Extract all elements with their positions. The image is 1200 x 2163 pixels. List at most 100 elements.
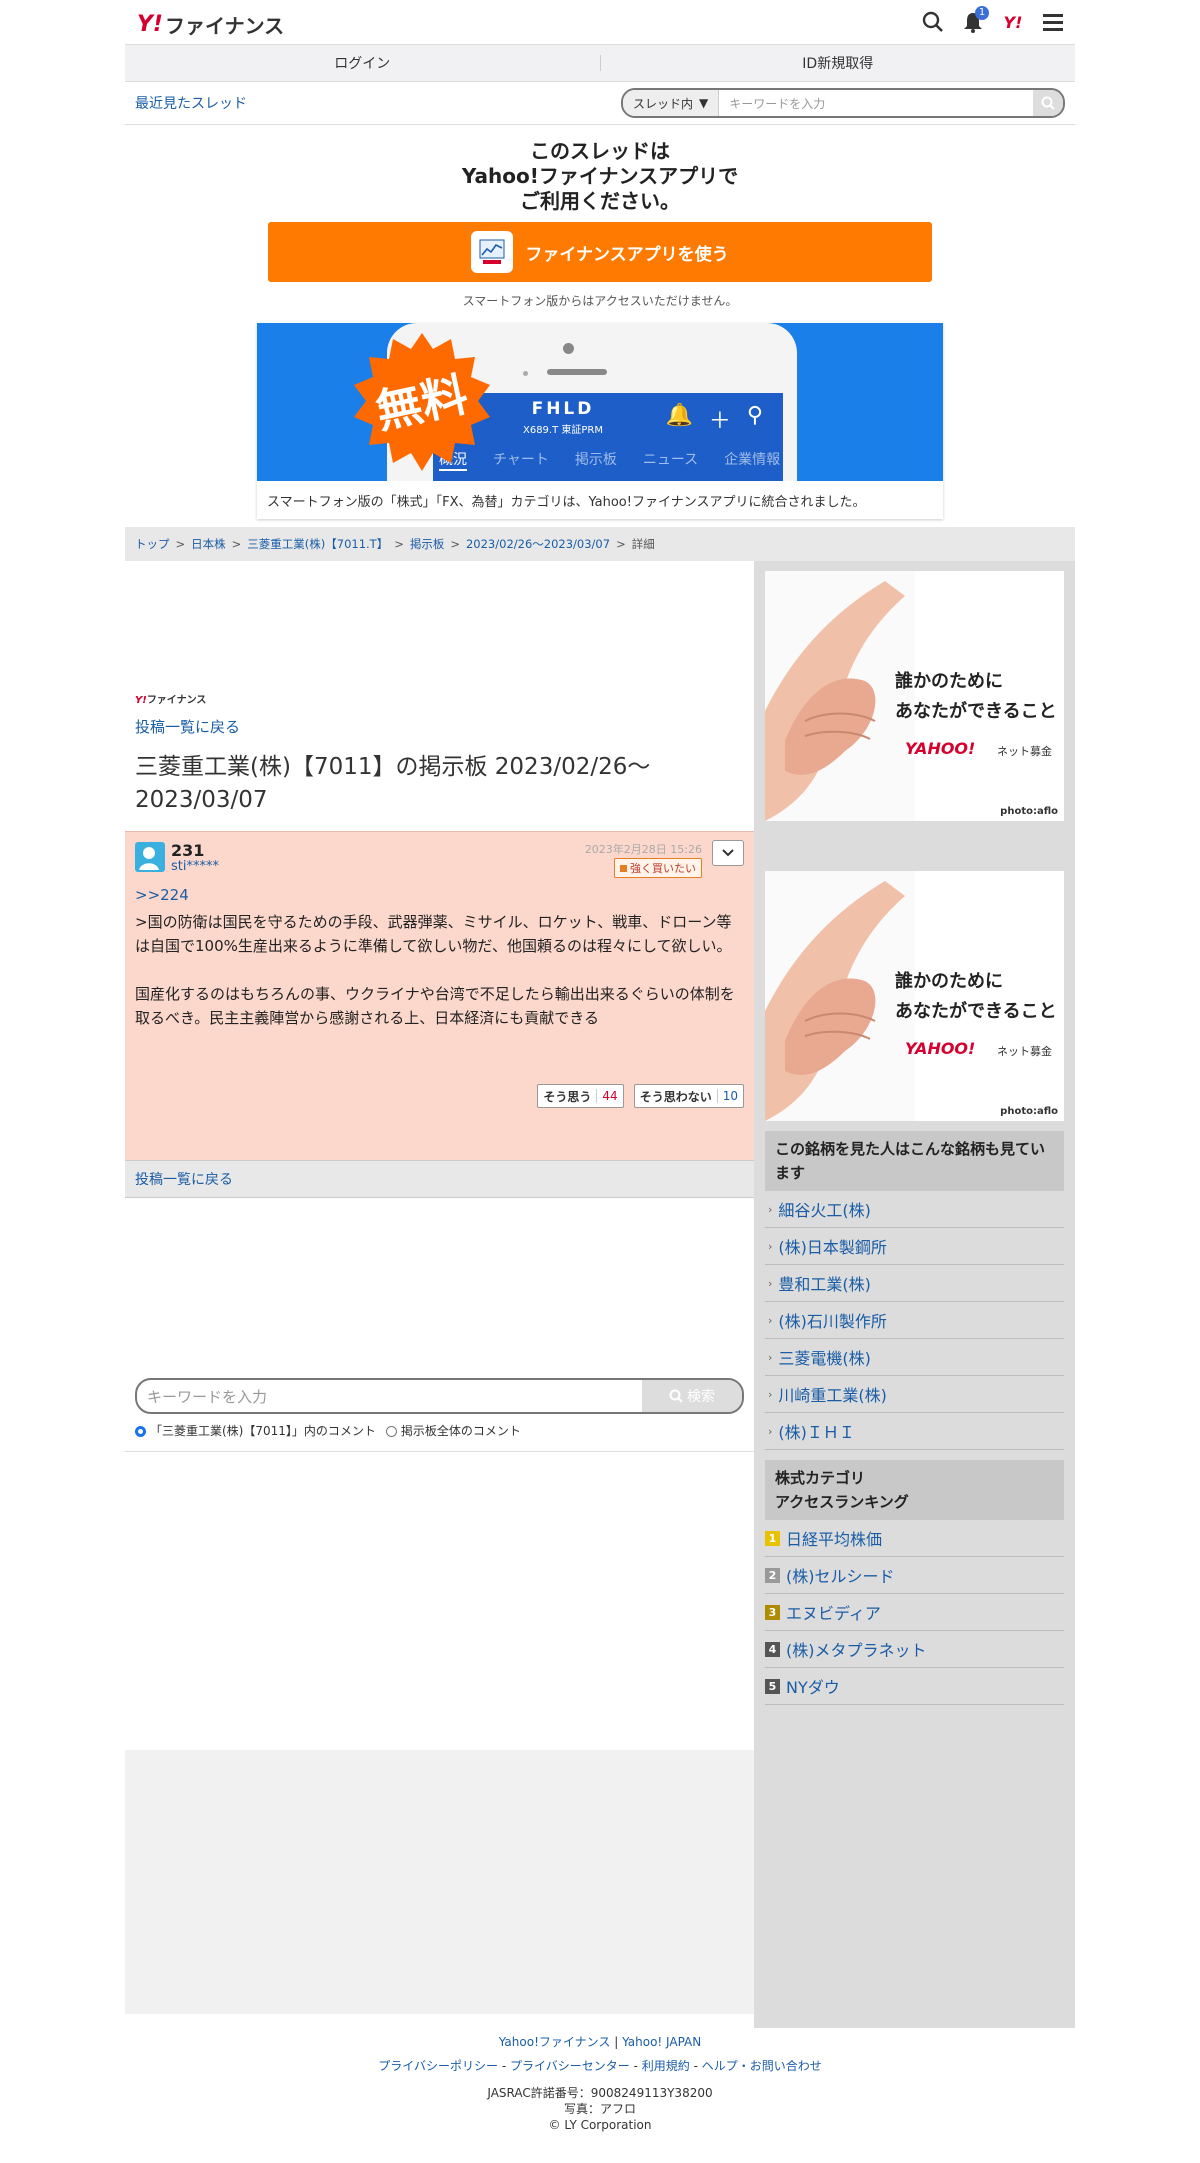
- search-icon[interactable]: [921, 10, 945, 34]
- ad-credit: photo:aflo: [1000, 1106, 1058, 1117]
- breadcrumb-sep: >: [231, 537, 242, 551]
- footer: Yahoo!ファイナンス | Yahoo! JAPAN プライバシーポリシー -…: [125, 2033, 1075, 2133]
- agree-button[interactable]: そう思う 44: [537, 1084, 624, 1108]
- related-item[interactable]: › 細谷火工(株): [765, 1191, 1064, 1228]
- post-menu-button[interactable]: [712, 840, 744, 866]
- related-link[interactable]: (株)ＩＨＩ: [778, 1419, 855, 1443]
- comment-search-button[interactable]: 検索: [642, 1380, 742, 1412]
- hands-image: [765, 871, 915, 1121]
- search-icon: ⚲: [746, 403, 763, 428]
- breadcrumb-board[interactable]: 掲示板: [410, 536, 445, 552]
- thread-search-box: スレッド内 ▼ キーワードを入力: [621, 88, 1065, 118]
- footer-privacy-center-link[interactable]: プライバシーセンター: [510, 2059, 630, 2073]
- sentiment-badge: 強く買いたい: [614, 858, 702, 878]
- open-app-button[interactable]: ファイナンスアプリを使う: [268, 222, 932, 282]
- bell-icon: 🔔: [665, 403, 693, 428]
- related-item[interactable]: › 川崎重工業(株): [765, 1376, 1064, 1413]
- ad-brand-sub: ネット募金: [997, 1045, 1052, 1058]
- ranking-link[interactable]: エヌビディア: [786, 1600, 881, 1624]
- related-link[interactable]: 細谷火工(株): [778, 1197, 871, 1221]
- ad-message: 誰かのために あなたができること: [895, 967, 1057, 1027]
- back-to-list-link-bottom[interactable]: 投稿一覧に戻る: [135, 1169, 233, 1189]
- related-item[interactable]: › (株)日本製鋼所: [765, 1228, 1064, 1265]
- promo-note: スマートフォン版からはアクセスいただけません。: [462, 294, 738, 308]
- yahoo-japan-icon[interactable]: Y!: [1001, 10, 1025, 34]
- menu-icon[interactable]: [1041, 10, 1065, 34]
- radio-all-boards[interactable]: 掲示板全体のコメント: [385, 1422, 521, 1439]
- ranking-link[interactable]: (株)メタプラネット: [786, 1637, 927, 1661]
- login-link[interactable]: ログイン: [125, 53, 600, 73]
- breadcrumb-stock[interactable]: 三菱重工業(株)【7011.T】: [247, 536, 388, 552]
- back-to-list-link[interactable]: 投稿一覧に戻る: [135, 718, 240, 736]
- related-item[interactable]: › 三菱電機(株): [765, 1339, 1064, 1376]
- related-item[interactable]: › (株)ＩＨＩ: [765, 1413, 1064, 1450]
- ranking-item[interactable]: 5 NYダウ: [765, 1668, 1064, 1705]
- related-link[interactable]: (株)石川製作所: [778, 1308, 887, 1332]
- notification-badge: 1: [975, 6, 989, 20]
- ad-brand: YAHOO!: [905, 739, 976, 758]
- comment-search-input[interactable]: キーワードを入力: [137, 1380, 642, 1412]
- breadcrumb-top[interactable]: トップ: [135, 536, 170, 552]
- bell-icon[interactable]: 1: [961, 6, 989, 34]
- promo-line2: Yahoo!ファイナンスアプリで: [461, 164, 739, 188]
- breadcrumb-period[interactable]: 2023/02/26〜2023/03/07: [466, 536, 610, 552]
- site-logo[interactable]: Y! ファイナンス: [137, 10, 284, 39]
- chevron-right-icon: ›: [768, 1239, 773, 1253]
- ranking-link[interactable]: (株)セルシード: [786, 1563, 895, 1587]
- post-body-gap: [135, 958, 740, 982]
- related-link[interactable]: 豊和工業(株): [778, 1271, 871, 1295]
- ranking-item[interactable]: 3 エヌビディア: [765, 1594, 1064, 1631]
- search-scope-select[interactable]: スレッド内 ▼: [623, 90, 720, 116]
- footer-finance-link[interactable]: Yahoo!ファイナンス: [499, 2035, 611, 2049]
- ranking-link[interactable]: 日経平均株価: [786, 1526, 882, 1550]
- side-ad-1[interactable]: 誰かのために あなたができること YAHOO! ネット募金 photo:aflo: [765, 571, 1064, 821]
- app-banner[interactable]: FHLD X689.T 東証PRM 🔔 ＋ ⚲ 概況 チャート 掲示板 ニュース: [257, 323, 943, 519]
- back-link-wrap: 投稿一覧に戻る: [125, 716, 754, 737]
- breadcrumb-japan-stocks[interactable]: 日本株: [191, 536, 226, 552]
- phone-tab: 企業情報: [724, 452, 781, 468]
- ranking-item[interactable]: 4 (株)メタプラネット: [765, 1631, 1064, 1668]
- related-item[interactable]: › (株)石川製作所: [765, 1302, 1064, 1339]
- signup-link[interactable]: ID新規取得: [601, 53, 1076, 73]
- side-ad-2[interactable]: 誰かのために あなたができること YAHOO! ネット募金 photo:aflo: [765, 871, 1064, 1121]
- radio-all-boards-label: 掲示板全体のコメント: [400, 1424, 521, 1438]
- ranking-item[interactable]: 1 日経平均株価: [765, 1520, 1064, 1557]
- footer-yahoo-link[interactable]: Yahoo! JAPAN: [622, 2035, 701, 2049]
- logo-text: ファイナンス: [164, 14, 285, 38]
- related-link[interactable]: 川崎重工業(株): [778, 1382, 887, 1406]
- post-body-text: 国産化するのはもちろんの事、ウクライナや台湾で不足したら輸出出来るぐらいの体制を…: [135, 985, 735, 1027]
- radio-on-icon: [135, 1426, 146, 1437]
- post-user[interactable]: sti*****: [171, 859, 219, 874]
- breadcrumb-sep: >: [175, 537, 186, 551]
- breadcrumb: トップ > 日本株 > 三菱重工業(株)【7011.T】 > 掲示板 > 2023/02…: [125, 527, 1075, 561]
- footer-terms-link[interactable]: 利用規約: [642, 2059, 690, 2073]
- ranking-item[interactable]: 2 (株)セルシード: [765, 1557, 1064, 1594]
- header: Y! ファイナンス 1 Y!: [125, 0, 1075, 44]
- avatar[interactable]: [135, 842, 165, 872]
- disagree-label: そう思わない: [639, 1089, 712, 1104]
- ad-line1: 誰かのために: [895, 971, 1003, 992]
- footer-policy-links: プライバシーポリシー - プライバシーセンター - 利用規約 - ヘルプ・お問い…: [125, 2057, 1075, 2075]
- promo-line3: ご利用ください。: [520, 189, 680, 213]
- breadcrumb-sep: >: [450, 537, 460, 551]
- reply-reference-link[interactable]: >>224: [135, 886, 189, 904]
- ranking-link[interactable]: NYダウ: [786, 1674, 840, 1698]
- disagree-button[interactable]: そう思わない 10: [633, 1084, 744, 1108]
- thread-search-button[interactable]: [1033, 90, 1063, 116]
- related-link[interactable]: (株)日本製鋼所: [778, 1234, 887, 1258]
- search-scope-label: スレッド内: [633, 96, 694, 111]
- related-item[interactable]: › 豊和工業(株): [765, 1265, 1064, 1302]
- thread-search-input[interactable]: キーワードを入力: [719, 95, 1033, 112]
- phone-tab: ニュース: [642, 452, 699, 468]
- footer-help-link[interactable]: ヘルプ・お問い合わせ: [702, 2059, 822, 2073]
- post-body-quote: >国の防衛は国民を守るための手段、武器弾薬、ミサイル、ロケット、戦車、ドローン等…: [135, 913, 732, 955]
- related-link[interactable]: 三菱電機(株): [778, 1345, 871, 1369]
- radio-this-stock[interactable]: 「三菱重工業(株)【7011】」内のコメント: [135, 1422, 376, 1439]
- ad-message: 誰かのために あなたができること: [895, 667, 1057, 727]
- footer-sep: -: [693, 2059, 702, 2073]
- footer-privacy-link[interactable]: プライバシーポリシー: [378, 2059, 498, 2073]
- small-logo-y: Y!: [135, 695, 147, 706]
- main-bottom-fill: [125, 1750, 754, 2014]
- side-column: 誰かのために あなたができること YAHOO! ネット募金 photo:aflo…: [754, 561, 1075, 2028]
- recent-threads-link[interactable]: 最近見たスレッド: [135, 93, 247, 113]
